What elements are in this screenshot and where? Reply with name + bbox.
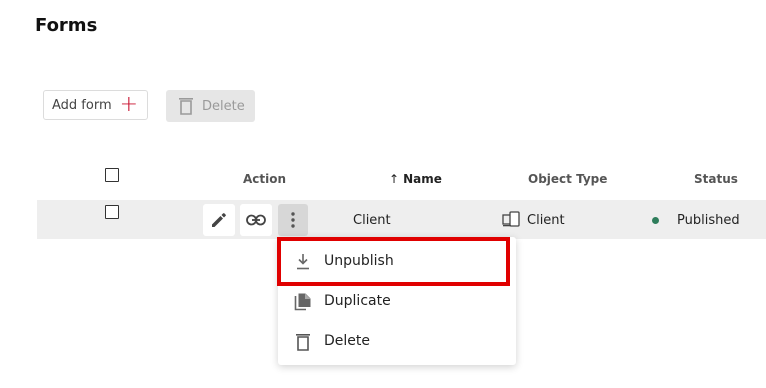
devices-icon <box>502 211 520 227</box>
sort-ascending-icon: ↑ <box>389 172 400 186</box>
row-status: Published <box>677 213 740 228</box>
copy-link-button[interactable] <box>240 204 272 236</box>
menu-item-label: Delete <box>324 333 370 349</box>
more-actions-button[interactable] <box>278 204 308 236</box>
menu-item-label: Duplicate <box>324 293 391 309</box>
add-form-button[interactable]: Add form + <box>43 90 148 120</box>
delete-button[interactable]: Delete <box>166 90 255 122</box>
plus-icon: + <box>119 92 139 117</box>
more-vertical-icon <box>291 212 295 228</box>
status-dot <box>652 217 659 224</box>
column-header-name[interactable]: ↑ Name <box>389 172 442 186</box>
duplicate-icon <box>294 293 311 311</box>
highlight-box <box>277 237 510 286</box>
column-header-status: Status <box>694 172 738 186</box>
column-header-action: Action <box>243 172 287 186</box>
delete-label: Delete <box>202 98 245 114</box>
add-form-label: Add form <box>52 97 112 113</box>
trash-icon <box>179 98 193 115</box>
menu-item-delete[interactable]: Delete <box>278 321 516 361</box>
menu-item-duplicate[interactable]: Duplicate <box>278 281 516 321</box>
row-name: Client <box>353 213 391 228</box>
select-all-checkbox[interactable] <box>105 168 119 182</box>
pencil-icon <box>212 213 226 227</box>
column-header-name-label: Name <box>403 172 442 186</box>
column-header-object-type: Object Type <box>528 172 608 186</box>
row-checkbox[interactable] <box>105 205 119 219</box>
page-title: Forms <box>35 15 98 36</box>
row-object-type: Client <box>527 213 565 228</box>
trash-icon <box>296 334 310 351</box>
edit-button[interactable] <box>203 204 235 236</box>
link-icon <box>246 214 266 226</box>
